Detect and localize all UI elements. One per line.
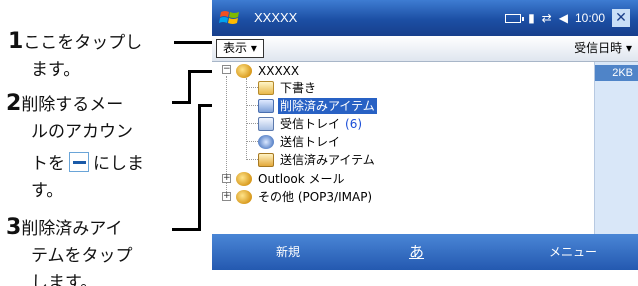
- leader-line-2: [188, 70, 191, 104]
- account-label: Outlook メール: [258, 172, 345, 186]
- leader-line-1: [174, 41, 212, 44]
- step-1-callout: 1ここをタップし ます。: [8, 28, 142, 84]
- step-number: 3: [6, 215, 22, 240]
- tree-connector: [246, 105, 258, 106]
- status-icons: ▮ ⇄ ◀ 10:00 ✕: [505, 7, 630, 29]
- folder-label: 下書き: [280, 81, 317, 95]
- softkey-bar: 新規 あ メニュー: [212, 234, 638, 270]
- folder-view-dropdown[interactable]: 表示 ▾: [216, 39, 264, 58]
- menu-bar: 表示 ▾ 受信日時 ▾: [212, 36, 638, 62]
- new-softkey[interactable]: 新規: [276, 234, 300, 270]
- size-column: 2KB: [594, 62, 638, 234]
- step-text: します。: [31, 273, 98, 286]
- deleted-items-folder-icon: [258, 99, 274, 113]
- folder-outbox[interactable]: 送信トレイ: [258, 133, 342, 151]
- menu-softkey[interactable]: メニュー: [549, 234, 597, 270]
- step-text: 削除するメー: [21, 95, 124, 115]
- tree-connector: [246, 123, 258, 124]
- step-text: テムをタップ: [31, 246, 133, 266]
- folder-deleted-items[interactable]: 削除済みアイテム: [258, 97, 377, 115]
- drafts-folder-icon: [258, 81, 274, 95]
- unread-count: (6): [345, 117, 363, 131]
- account-label: その他 (POP3/IMAP): [258, 190, 373, 204]
- folder-label: 送信トレイ: [280, 135, 341, 149]
- input-method-button[interactable]: あ: [409, 234, 424, 270]
- close-button[interactable]: ✕: [612, 9, 630, 27]
- step-text: にしま: [93, 154, 144, 174]
- tree-connector: [246, 141, 258, 142]
- account-label: XXXXX: [258, 64, 300, 78]
- signal-icon[interactable]: ▮: [528, 12, 535, 24]
- outbox-folder-icon: [258, 135, 274, 149]
- step-text: 削除済みアイ: [21, 219, 123, 239]
- folder-label: 受信トレイ: [280, 117, 341, 131]
- battery-icon[interactable]: [505, 13, 525, 23]
- start-logo-icon[interactable]: [219, 8, 241, 28]
- account-collapse-toggle[interactable]: −: [222, 65, 231, 74]
- collapse-minus-icon: [69, 152, 89, 172]
- folder-label: 削除済みアイテム: [278, 98, 377, 114]
- account-icon: [236, 64, 252, 78]
- size-header: 2KB: [595, 65, 638, 81]
- folder-drafts[interactable]: 下書き: [258, 79, 318, 97]
- step-number: 2: [6, 91, 22, 116]
- step-3-callout: 3削除済みアイ テムをタップ します。: [6, 214, 133, 286]
- clock[interactable]: 10:00: [575, 12, 605, 24]
- step-2-callout: 2削除するメー ルのアカウン トを にしま す。: [6, 90, 144, 205]
- device-screen: XXXXX ▮ ⇄ ◀ 10:00 ✕ 表示 ▾ 受信日時 ▾ − XXXXX: [212, 0, 638, 270]
- tree-connector: [246, 78, 247, 160]
- tree-account-outlook[interactable]: Outlook メール: [236, 170, 347, 188]
- tree-connector: [246, 87, 258, 88]
- step-text: ます。: [31, 60, 81, 80]
- account-icon: [236, 172, 252, 186]
- connectivity-icon[interactable]: ⇄: [542, 12, 552, 24]
- step-text: トを: [31, 154, 65, 174]
- title-bar: XXXXX ▮ ⇄ ◀ 10:00 ✕: [212, 0, 638, 36]
- leader-line-3: [172, 228, 200, 231]
- inbox-folder-icon: [258, 117, 274, 131]
- step-text: す。: [31, 181, 64, 201]
- expand-toggle[interactable]: +: [222, 174, 231, 183]
- leader-line-3: [198, 104, 201, 231]
- tree-account-other[interactable]: その他 (POP3/IMAP): [236, 188, 374, 206]
- tree-connector: [246, 159, 258, 160]
- app-title: XXXXX: [254, 10, 298, 25]
- sent-items-folder-icon: [258, 153, 274, 167]
- folder-sent-items[interactable]: 送信済みアイテム: [258, 151, 377, 169]
- tree-account-node[interactable]: XXXXX: [236, 62, 301, 80]
- step-number: 1: [8, 29, 24, 54]
- folder-inbox[interactable]: 受信トレイ (6): [258, 115, 362, 133]
- account-icon: [236, 190, 252, 204]
- step-text: ルのアカウン: [31, 122, 133, 142]
- folder-tree: − XXXXX 下書き 削除済みアイテム 受信トレイ (6) 送信トレイ 送信済…: [212, 62, 638, 234]
- volume-icon[interactable]: ◀: [559, 12, 568, 24]
- expand-toggle[interactable]: +: [222, 192, 231, 201]
- step-text: ここをタップし: [23, 33, 143, 53]
- folder-label: 送信済みアイテム: [280, 153, 375, 167]
- sort-by-dropdown[interactable]: 受信日時 ▾: [574, 40, 632, 57]
